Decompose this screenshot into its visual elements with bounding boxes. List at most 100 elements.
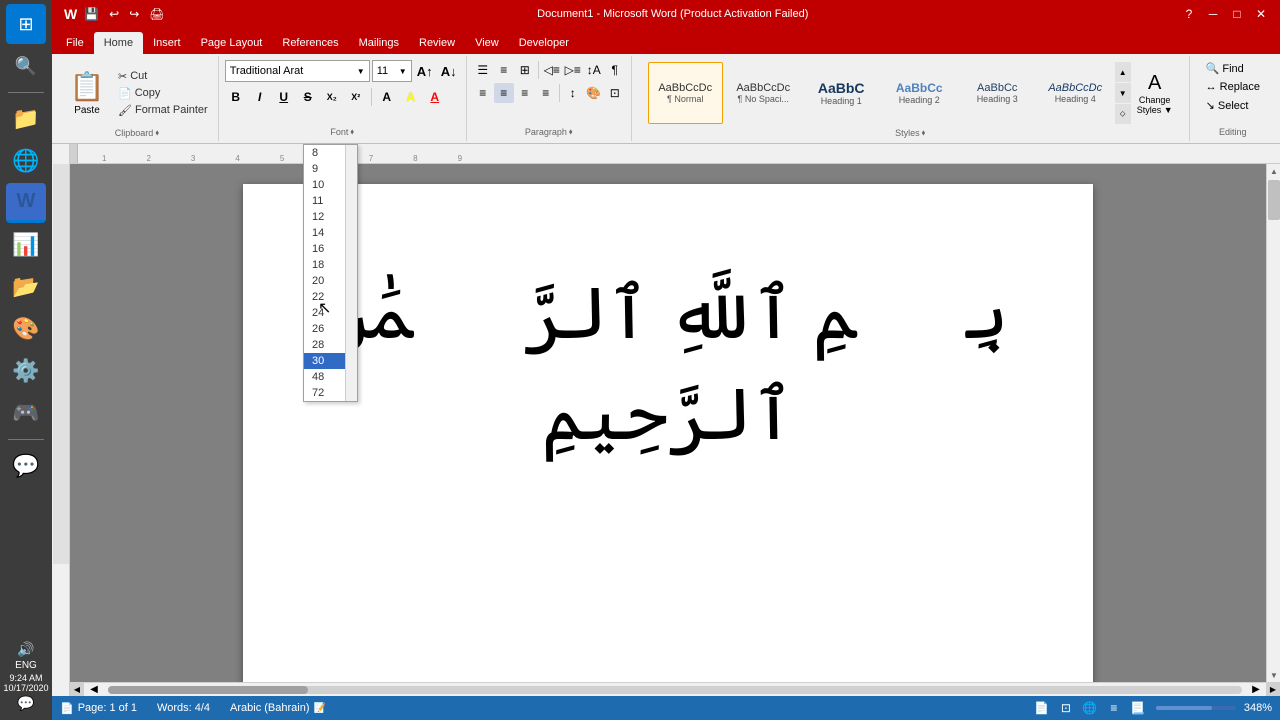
line-spacing-btn[interactable]: ↕ — [563, 83, 583, 103]
increase-indent-btn[interactable]: ▷≡ — [563, 60, 583, 80]
subscript-btn[interactable]: X₂ — [321, 86, 343, 108]
multilevel-btn[interactable]: ⊞ — [515, 60, 535, 80]
tab-developer[interactable]: Developer — [509, 32, 579, 54]
outline-btn[interactable]: ≡ — [1104, 699, 1124, 717]
tab-references[interactable]: References — [272, 32, 348, 54]
edge-icon[interactable]: 🌐 — [6, 141, 46, 181]
font-name-input[interactable]: Traditional Arat ▼ — [225, 60, 370, 82]
draft-btn[interactable]: 📃 — [1128, 699, 1148, 717]
font-color-btn[interactable]: A — [424, 86, 446, 108]
style-gallery-more[interactable]: ⬦ — [1115, 104, 1131, 124]
format-painter-button[interactable]: 🖌 Format Painter — [114, 103, 212, 118]
vertical-scrollbar[interactable]: ▲ ▼ — [1266, 164, 1280, 682]
style-normal[interactable]: AaBbCcDc ¶ Normal — [648, 62, 723, 124]
language-status[interactable]: Arabic (Bahrain) 📝 — [230, 702, 326, 714]
notifications-icon[interactable]: 💬 — [17, 695, 34, 712]
tab-mailings[interactable]: Mailings — [349, 32, 409, 54]
change-styles-btn[interactable]: A ChangeStyles ▼ — [1137, 72, 1173, 115]
find-button[interactable]: 🔍 Find — [1202, 60, 1264, 77]
increase-font-btn[interactable]: A↑ — [414, 60, 436, 82]
style-gallery-up[interactable]: ▲ — [1115, 62, 1131, 82]
font-size-dropdown-arrow[interactable]: ▼ — [399, 67, 407, 76]
shading-btn[interactable]: 🎨 — [584, 83, 604, 103]
h-scroll-thumb[interactable] — [108, 686, 308, 694]
tab-page-layout[interactable]: Page Layout — [191, 32, 273, 54]
horizontal-scrollbar[interactable]: ◀ ◀ ▶ ▶ — [70, 682, 1280, 696]
text-effects-btn[interactable]: A — [376, 86, 398, 108]
cut-button[interactable]: ✂ Cut — [114, 69, 212, 84]
decrease-indent-btn[interactable]: ◁≡ — [542, 60, 562, 80]
document-content[interactable]: بِسۡمِ ٱللَّهِ ٱلرَّحۡمَٰنِ ٱلرَّحِيمِ — [323, 264, 1013, 466]
settings-icon[interactable]: ⚙️ — [6, 351, 46, 391]
font-expand-icon[interactable]: ⬧ — [350, 127, 354, 137]
search-taskbar[interactable]: 🔍 — [6, 46, 46, 86]
scroll-down-btn[interactable]: ▼ — [1267, 668, 1280, 682]
paint-icon[interactable]: 🎨 — [6, 309, 46, 349]
volume-icon[interactable]: 🔊 — [17, 641, 34, 658]
style-gallery-down[interactable]: ▼ — [1115, 83, 1131, 103]
tab-insert[interactable]: Insert — [143, 32, 191, 54]
font-size-input[interactable]: 11 ▼ — [372, 60, 412, 82]
nav-collapse-left[interactable]: ◀ — [70, 683, 84, 697]
paragraph-expand-icon[interactable]: ⬧ — [569, 127, 573, 137]
tab-view[interactable]: View — [465, 32, 509, 54]
web-layout-btn[interactable]: 🌐 — [1080, 699, 1100, 717]
font-size-dropdown[interactable]: 8 9 10 11 12 14 16 18 20 22 24 26 28 30 … — [303, 144, 358, 402]
dropdown-scrollbar[interactable] — [345, 145, 357, 401]
h-scroll-track[interactable] — [108, 686, 1242, 694]
h-scroll-left[interactable]: ◀ — [84, 684, 104, 695]
style-heading3[interactable]: AaBbCc Heading 3 — [960, 62, 1035, 124]
save-qa-btn[interactable]: 💾 — [81, 5, 102, 23]
font-name-dropdown-arrow[interactable]: ▼ — [357, 67, 365, 76]
zoom-level[interactable]: 348% — [1244, 702, 1272, 714]
copy-button[interactable]: 📄 Copy — [114, 86, 212, 101]
close-btn[interactable]: ✕ — [1250, 3, 1272, 25]
style-heading2[interactable]: AaBbCc Heading 2 — [882, 62, 957, 124]
replace-button[interactable]: ↔ Replace — [1202, 79, 1264, 95]
text-highlight-btn[interactable]: A — [400, 86, 422, 108]
nav-collapse-right[interactable]: ▶ — [1266, 683, 1280, 697]
styles-expand-icon[interactable]: ⬧ — [922, 128, 926, 138]
scroll-thumb[interactable] — [1268, 180, 1280, 220]
align-right-btn[interactable]: ≡ — [515, 83, 535, 103]
chat-icon[interactable]: 💬 — [6, 446, 46, 486]
excel-icon[interactable]: 📊 — [6, 225, 46, 265]
justify-btn[interactable]: ≡ — [536, 83, 556, 103]
print-layout-btn[interactable]: 📄 — [1032, 699, 1052, 717]
sort-btn[interactable]: ↕A — [584, 60, 604, 80]
zoom-slider[interactable] — [1156, 706, 1236, 710]
select-button[interactable]: ↘ Select — [1202, 97, 1264, 114]
style-heading4[interactable]: AaBbCcDc Heading 4 — [1038, 62, 1113, 124]
italic-btn[interactable]: I — [249, 86, 271, 108]
numbering-btn[interactable]: ≡ — [494, 60, 514, 80]
tab-file[interactable]: File — [56, 32, 94, 54]
maximize-btn[interactable]: □ — [1226, 3, 1248, 25]
start-button[interactable]: ⊞ — [6, 4, 46, 44]
help-btn[interactable]: ? — [1178, 3, 1200, 25]
superscript-btn[interactable]: X² — [345, 86, 367, 108]
document-area[interactable]: بِسۡمِ ٱللَّهِ ٱلرَّحۡمَٰنِ ٱلرَّحِيمِ — [70, 164, 1266, 682]
align-center-btn[interactable]: ≡ — [494, 83, 514, 103]
folder-icon[interactable]: 📂 — [6, 267, 46, 307]
scroll-up-btn[interactable]: ▲ — [1267, 164, 1280, 178]
redo-qa-btn[interactable]: ↪ — [126, 5, 142, 23]
clipboard-expand-icon[interactable]: ⬧ — [155, 128, 159, 138]
show-formatting-btn[interactable]: ¶ — [605, 60, 625, 80]
h-scroll-right[interactable]: ▶ — [1246, 684, 1266, 695]
undo-qa-btn[interactable]: ↩ — [106, 5, 122, 23]
decrease-font-btn[interactable]: A↓ — [438, 60, 460, 82]
style-no-spacing[interactable]: AaBbCcDc ¶ No Spaci... — [726, 62, 801, 124]
tab-review[interactable]: Review — [409, 32, 465, 54]
minimize-btn[interactable]: ─ — [1202, 3, 1224, 25]
style-heading1[interactable]: AaBbC Heading 1 — [804, 62, 879, 124]
file-explorer-icon[interactable]: 📁 — [6, 99, 46, 139]
full-screen-btn[interactable]: ⊡ — [1056, 699, 1076, 717]
underline-btn[interactable]: U — [273, 86, 295, 108]
paste-button[interactable]: 📋 Paste — [62, 66, 112, 120]
bold-btn[interactable]: B — [225, 86, 247, 108]
print-qa-btn[interactable]: 🖨 — [146, 5, 167, 23]
align-left-btn[interactable]: ≡ — [473, 83, 493, 103]
strikethrough-btn[interactable]: S — [297, 86, 319, 108]
tab-home[interactable]: Home — [94, 32, 143, 54]
bullets-btn[interactable]: ☰ — [473, 60, 493, 80]
